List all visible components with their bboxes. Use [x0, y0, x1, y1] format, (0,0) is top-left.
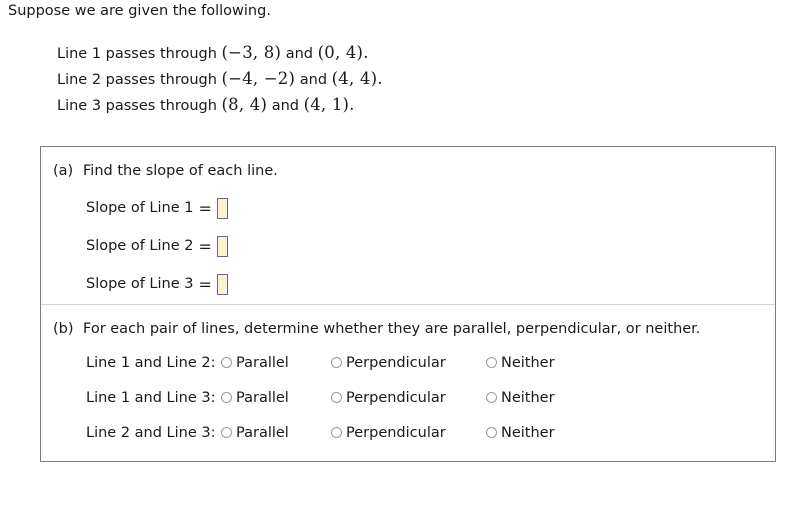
- part-b-letter: (b): [53, 321, 74, 337]
- slope-row-line-1: Slope of Line 1 =: [86, 189, 775, 227]
- given-line-3-conjunction: and: [271, 98, 299, 114]
- slope-input-line-1[interactable]: [216, 197, 228, 219]
- radio-label-neither: Neither: [501, 424, 555, 441]
- equals-sign-line-2: =: [198, 236, 212, 256]
- radio-option-2-3-parallel[interactable]: Parallel: [221, 425, 331, 441]
- radio-option-2-3-neither[interactable]: Neither: [486, 425, 596, 441]
- given-line-2-conjunction: and: [299, 72, 328, 88]
- radio-label-perpendicular: Perpendicular: [346, 424, 446, 441]
- question-box: (a) Find the slope of each line. Slope o…: [40, 146, 776, 462]
- radio-option-1-3-perpendicular[interactable]: Perpendicular: [331, 390, 486, 406]
- radio-label-perpendicular: Perpendicular: [346, 389, 446, 406]
- part-a-heading: (a) Find the slope of each line.: [41, 163, 775, 179]
- radio-option-1-3-parallel[interactable]: Parallel: [221, 390, 331, 406]
- radio-icon[interactable]: [221, 427, 232, 438]
- pair-label-1-2: Line 1 and Line 2:: [86, 354, 216, 371]
- slope-answer-rows: Slope of Line 1 = Slope of Line 2 = Slop…: [41, 189, 775, 303]
- given-line-3-prefix: Line 3 passes through: [57, 98, 217, 114]
- given-line-1-conjunction: and: [285, 46, 314, 62]
- radio-label-parallel: Parallel: [236, 424, 289, 441]
- radio-icon[interactable]: [331, 357, 342, 368]
- pair-label-1-3: Line 1 and Line 3:: [86, 389, 216, 406]
- radio-icon[interactable]: [486, 427, 497, 438]
- pair-label-2-3: Line 2 and Line 3:: [86, 424, 216, 441]
- radio-icon[interactable]: [331, 427, 342, 438]
- given-line-1-point-1: (−3, 8): [221, 43, 282, 62]
- radio-option-1-2-parallel[interactable]: Parallel: [221, 355, 331, 371]
- radio-label-parallel: Parallel: [236, 354, 289, 371]
- given-line-1-prefix: Line 1 passes through: [57, 46, 217, 62]
- given-line-3: Line 3 passes through (8, 4) and (4, 1).: [57, 92, 382, 118]
- slope-row-line-2: Slope of Line 2 =: [86, 227, 775, 265]
- given-line-1-period: .: [363, 43, 369, 62]
- part-a-letter: (a): [53, 163, 74, 179]
- given-line-2-prefix: Line 2 passes through: [57, 72, 217, 88]
- radio-option-1-3-neither[interactable]: Neither: [486, 390, 596, 406]
- pair-row-2-3: Line 2 and Line 3: Parallel Perpendicula…: [86, 415, 775, 450]
- radio-label-neither: Neither: [501, 389, 555, 406]
- given-line-3-point-1: (8, 4): [221, 95, 268, 114]
- given-line-1: Line 1 passes through (−3, 8) and (0, 4)…: [57, 40, 382, 66]
- given-line-3-point-2: (4, 1): [303, 95, 350, 114]
- equals-sign-line-1: =: [198, 198, 212, 218]
- radio-option-2-3-perpendicular[interactable]: Perpendicular: [331, 425, 486, 441]
- line-pair-rows: Line 1 and Line 2: Parallel Perpendicula…: [41, 345, 775, 450]
- slope-label-line-2: Slope of Line 2: [86, 238, 194, 254]
- slope-row-line-3: Slope of Line 3 =: [86, 265, 775, 303]
- slope-input-line-3[interactable]: [216, 273, 228, 295]
- part-b: (b) For each pair of lines, determine wh…: [41, 305, 775, 450]
- slope-input-line-2[interactable]: [216, 235, 228, 257]
- radio-icon[interactable]: [486, 357, 497, 368]
- pair-row-1-3: Line 1 and Line 3: Parallel Perpendicula…: [86, 380, 775, 415]
- part-b-prompt: For each pair of lines, determine whethe…: [83, 321, 701, 337]
- radio-icon[interactable]: [331, 392, 342, 403]
- intro-text: Suppose we are given the following.: [8, 3, 271, 19]
- radio-icon[interactable]: [221, 357, 232, 368]
- radio-label-parallel: Parallel: [236, 389, 289, 406]
- given-line-2-period: .: [377, 69, 383, 88]
- given-line-3-period: .: [349, 95, 355, 114]
- radio-option-1-2-neither[interactable]: Neither: [486, 355, 596, 371]
- part-b-heading: (b) For each pair of lines, determine wh…: [41, 321, 775, 337]
- part-a: (a) Find the slope of each line. Slope o…: [41, 147, 775, 303]
- given-line-2-point-2: (4, 4): [331, 69, 378, 88]
- radio-option-1-2-perpendicular[interactable]: Perpendicular: [331, 355, 486, 371]
- given-line-1-point-2: (0, 4): [317, 43, 364, 62]
- slope-label-line-3: Slope of Line 3: [86, 276, 194, 292]
- radio-label-perpendicular: Perpendicular: [346, 354, 446, 371]
- pair-row-1-2: Line 1 and Line 2: Parallel Perpendicula…: [86, 345, 775, 380]
- slope-label-line-1: Slope of Line 1: [86, 200, 194, 216]
- radio-icon[interactable]: [221, 392, 232, 403]
- part-a-prompt: Find the slope of each line.: [83, 163, 278, 179]
- given-line-2-point-1: (−4, −2): [221, 69, 296, 88]
- radio-icon[interactable]: [486, 392, 497, 403]
- given-conditions-list: Line 1 passes through (−3, 8) and (0, 4)…: [57, 40, 382, 118]
- given-line-2: Line 2 passes through (−4, −2) and (4, 4…: [57, 66, 382, 92]
- equals-sign-line-3: =: [198, 274, 212, 294]
- radio-label-neither: Neither: [501, 354, 555, 371]
